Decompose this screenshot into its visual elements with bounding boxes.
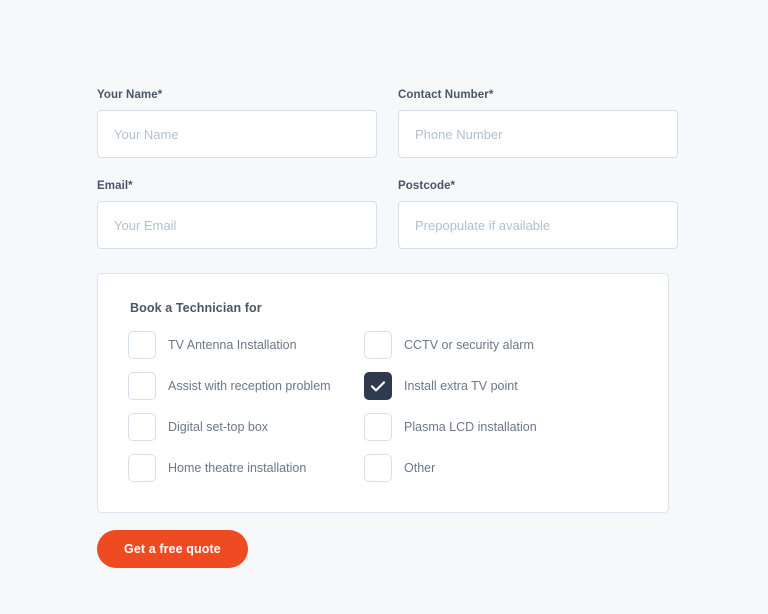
checkbox-digital-set-top-box[interactable] — [128, 413, 156, 441]
get-free-quote-button[interactable]: Get a free quote — [97, 530, 248, 568]
checkbox-cctv-or-security-alarm[interactable] — [364, 331, 392, 359]
quote-request-form: Your Name* Contact Number* Email* Postco… — [97, 88, 678, 568]
checkbox-assist-with-reception-problem[interactable] — [128, 372, 156, 400]
checkbox-label-assist-with-reception-problem: Assist with reception problem — [168, 379, 331, 393]
checkbox-label-digital-set-top-box: Digital set-top box — [168, 420, 269, 434]
checkbox-label-home-theatre-installation: Home theatre installation — [168, 461, 307, 475]
field-contact-number: Contact Number* — [398, 88, 678, 158]
label-your-name: Your Name* — [97, 89, 163, 101]
label-email: Email* — [97, 180, 133, 192]
label-postcode: Postcode* — [398, 180, 456, 192]
field-row-1: Your Name* Contact Number* — [97, 88, 678, 158]
checkbox-item-cctv-or-security-alarm[interactable]: CCTV or security alarm — [364, 331, 638, 359]
check-icon — [371, 380, 385, 391]
checkbox-other[interactable] — [364, 454, 392, 482]
checkbox-label-cctv-or-security-alarm: CCTV or security alarm — [404, 338, 534, 352]
checkbox-label-other: Other — [404, 461, 436, 475]
technician-services-panel: Book a Technician for TV Antenna Install… — [97, 273, 669, 513]
input-email[interactable] — [97, 201, 377, 249]
quote-request-page: Your Name* Contact Number* Email* Postco… — [0, 0, 768, 614]
checkbox-item-assist-with-reception-problem[interactable]: Assist with reception problem — [128, 372, 364, 400]
service-options-grid: TV Antenna Installation CCTV or security… — [128, 331, 638, 482]
field-postcode: Postcode* — [398, 179, 678, 249]
checkbox-item-digital-set-top-box[interactable]: Digital set-top box — [128, 413, 364, 441]
checkbox-install-extra-tv-point[interactable] — [364, 372, 392, 400]
checkbox-home-theatre-installation[interactable] — [128, 454, 156, 482]
checkbox-tv-antenna-installation[interactable] — [128, 331, 156, 359]
panel-title: Book a Technician for — [130, 301, 262, 315]
checkbox-item-other[interactable]: Other — [364, 454, 638, 482]
field-email: Email* — [97, 179, 377, 249]
checkbox-plasma-lcd-installation[interactable] — [364, 413, 392, 441]
input-postcode[interactable] — [398, 201, 678, 249]
input-contact-number[interactable] — [398, 110, 678, 158]
checkbox-item-tv-antenna-installation[interactable]: TV Antenna Installation — [128, 331, 364, 359]
field-row-2: Email* Postcode* — [97, 179, 678, 249]
checkbox-item-home-theatre-installation[interactable]: Home theatre installation — [128, 454, 364, 482]
input-your-name[interactable] — [97, 110, 377, 158]
checkbox-item-install-extra-tv-point[interactable]: Install extra TV point — [364, 372, 638, 400]
label-contact-number: Contact Number* — [398, 89, 494, 101]
checkbox-label-install-extra-tv-point: Install extra TV point — [404, 379, 518, 393]
checkbox-label-tv-antenna-installation: TV Antenna Installation — [168, 338, 297, 352]
checkbox-label-plasma-lcd-installation: Plasma LCD installation — [404, 420, 537, 434]
checkbox-item-plasma-lcd-installation[interactable]: Plasma LCD installation — [364, 413, 638, 441]
field-your-name: Your Name* — [97, 88, 377, 158]
